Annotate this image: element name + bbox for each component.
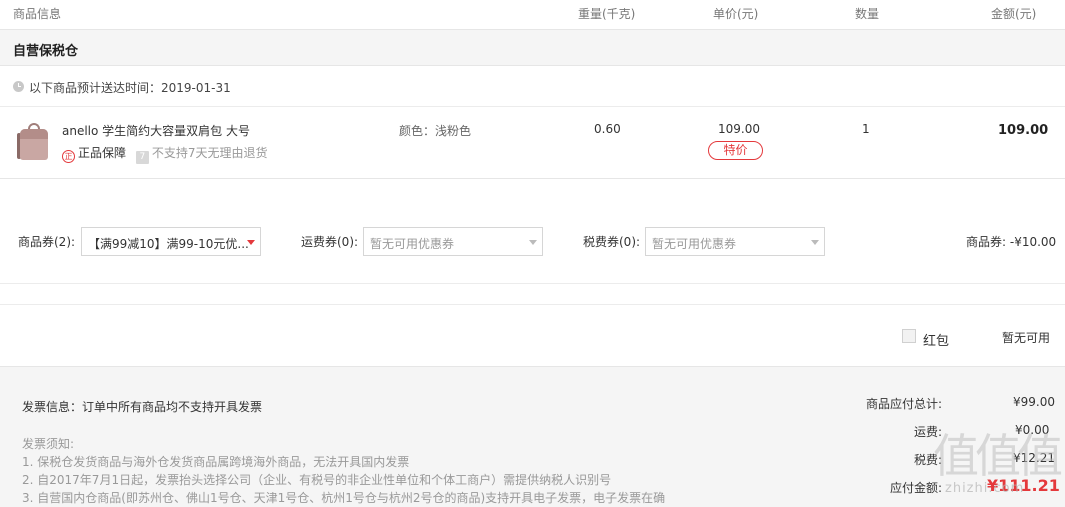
shipping-label: 运费: <box>914 425 943 439</box>
red-packet-row: 红包 暂无可用 <box>0 304 1065 366</box>
goods-coupon-select[interactable]: 【满99减10】满99-10元优... <box>81 227 261 256</box>
product-unit-price: 109.00 <box>718 122 760 136</box>
goods-coupon-discount: 商品券: -¥10.00 <box>966 235 1057 249</box>
red-packet-status: 暂无可用 <box>1002 331 1051 345</box>
delivery-time: 以下商品预计送达时间：2019-01-31 <box>29 81 231 95</box>
product-spec: 颜色：浅粉色 <box>399 124 472 138</box>
tax-coupon-label: 税费券(0): <box>583 235 641 249</box>
invoice-note: 3. 自营国内仓商品(即苏州仓、佛山1号仓、天津1号仓、杭州1号仓与杭州2号仓的… <box>22 491 666 505</box>
delivery-row: 以下商品预计送达时间：2019-01-31 <box>0 66 1065 107</box>
chevron-down-icon <box>529 240 537 245</box>
product-qty: 1 <box>862 122 870 136</box>
clock-icon <box>13 81 24 92</box>
chevron-down-icon <box>811 240 819 245</box>
tax-coupon-select[interactable]: 暂无可用优惠券 <box>645 227 825 256</box>
red-packet-checkbox[interactable] <box>902 329 916 343</box>
no-return-label: 不支持7天无理由退货 <box>151 146 268 160</box>
goods-total-value: ¥99.00 <box>1013 395 1055 409</box>
no-return-icon: 7 <box>135 151 149 164</box>
shipping-coupon-value: 暂无可用优惠券 <box>370 237 455 251</box>
shipping-coupon-label: 运费券(0): <box>301 235 359 249</box>
product-weight: 0.60 <box>594 122 621 136</box>
invoice-note: 1. 保税仓发货商品与海外仓发货商品属跨境海外商品，无法开具国内发票 <box>22 455 410 469</box>
header-amount: 金额(元) <box>991 7 1037 21</box>
goods-coupon-value: 【满99减10】满99-10元优... <box>88 237 249 251</box>
goods-total-label: 商品应付总计: <box>866 397 943 411</box>
product-row: anello 学生简约大容量双肩包 大号 正正品保障 7 不支持7天无理由退货 颜… <box>0 107 1065 179</box>
tax-value: ¥12.21 <box>1013 451 1055 465</box>
payable-value: ¥111.21 <box>987 476 1060 495</box>
red-packet-label: 红包 <box>923 334 950 349</box>
header-unit-price: 单价(元) <box>713 7 759 21</box>
invoice-summary-panel: 发票信息：订单中所有商品均不支持开具发票 发票须知: 1. 保税仓发货商品与海外… <box>0 366 1065 507</box>
store-bar: 自营保税仓 <box>0 30 1065 66</box>
special-price-tag: 特价 <box>708 141 763 160</box>
genuine-guarantee-icon: 正 <box>62 150 75 163</box>
chevron-down-icon <box>247 240 255 245</box>
invoice-note: 2. 自2017年7月1日起，发票抬头选择公司（企业、有税号的非企业性单位和个体… <box>22 473 612 487</box>
product-name[interactable]: anello 学生简约大容量双肩包 大号 <box>62 122 250 139</box>
shipping-value: ¥0.00 <box>1015 423 1050 437</box>
store-title: 自营保税仓 <box>13 44 79 59</box>
header-product: 商品信息 <box>13 7 62 21</box>
shipping-coupon-select[interactable]: 暂无可用优惠券 <box>363 227 543 256</box>
table-header: 商品信息 重量(千克) 单价(元) 数量 金额(元) <box>0 0 1065 30</box>
tax-coupon-value: 暂无可用优惠券 <box>652 237 737 251</box>
payable-label: 应付金额: <box>890 481 943 495</box>
header-weight: 重量(千克) <box>578 7 636 21</box>
goods-coupon-label: 商品券(2): <box>18 235 76 249</box>
invoice-notes-title: 发票须知: <box>22 437 75 451</box>
product-thumbnail[interactable] <box>14 121 54 163</box>
header-qty: 数量 <box>855 7 880 21</box>
tax-label: 税费: <box>914 453 943 467</box>
service-badges: 正正品保障 7 不支持7天无理由退货 <box>62 144 267 164</box>
coupon-row: 商品券(2): 【满99减10】满99-10元优... 运费券(0): 暂无可用… <box>0 179 1065 284</box>
invoice-info: 发票信息：订单中所有商品均不支持开具发票 <box>22 400 263 414</box>
product-amount: 109.00 <box>998 123 1049 138</box>
genuine-guarantee-label: 正品保障 <box>78 146 127 160</box>
